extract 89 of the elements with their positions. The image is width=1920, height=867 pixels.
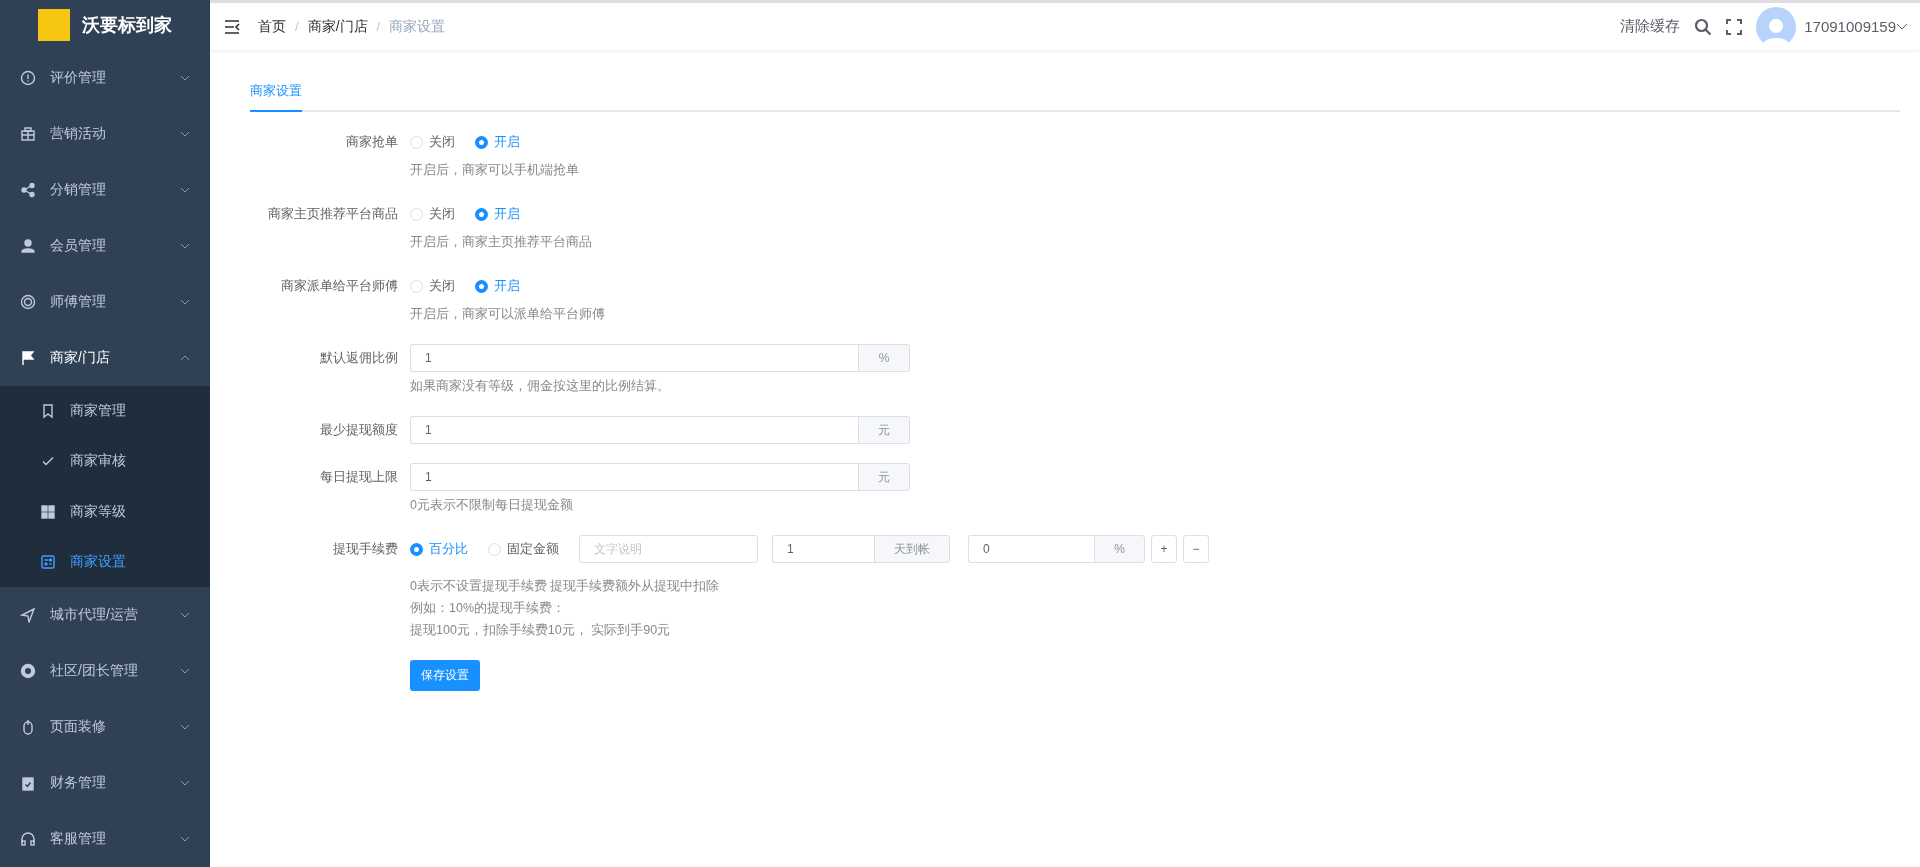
- help-text: 开启后，商家可以手机端抢单: [410, 162, 579, 179]
- chevron-icon: [180, 186, 190, 193]
- settings-panel-icon: [40, 554, 56, 571]
- mouse-icon: [20, 719, 36, 736]
- field-label: 每日提现上限: [319, 468, 399, 486]
- input-field[interactable]: 1: [410, 463, 858, 491]
- unit-addon: 元: [858, 416, 910, 444]
- field-label: 最少提现额度: [319, 421, 399, 439]
- menu-item[interactable]: 分销管理: [0, 161, 210, 218]
- breadcrumb-separator: /: [376, 19, 381, 34]
- gift-icon: [20, 125, 36, 142]
- menu-item[interactable]: 客服管理: [0, 811, 210, 867]
- radio-option[interactable]: 开启: [475, 133, 520, 151]
- field-label: 默认返佣比例: [319, 349, 399, 367]
- chevron-icon: [180, 780, 190, 787]
- unit-addon: 天到帐: [874, 535, 950, 563]
- field-label: 提现手续费: [332, 540, 399, 558]
- unit-addon: 元: [858, 463, 910, 491]
- add-button[interactable]: +: [1151, 535, 1177, 563]
- help-text: 0元表示不限制每日提现金额: [410, 497, 574, 514]
- brand-name: 沃要标到家: [82, 13, 172, 37]
- chevron-icon: [180, 298, 190, 305]
- alert-circle-icon: [20, 69, 36, 86]
- username[interactable]: 17091009159: [1804, 18, 1896, 35]
- headset-icon: [20, 831, 36, 848]
- submenu-item[interactable]: 商家管理: [0, 385, 210, 436]
- unit-addon: %: [858, 344, 910, 372]
- menu-item[interactable]: 师傅管理: [0, 273, 210, 330]
- help-text: 开启后，商家主页推荐平台商品: [410, 234, 592, 251]
- menu-item[interactable]: 商家/门店: [0, 329, 210, 386]
- menu-item[interactable]: 财务管理: [0, 755, 210, 812]
- unit-addon: %: [1094, 535, 1145, 563]
- help-text: 开启后，商家可以派单给平台师傅: [410, 306, 605, 323]
- chevron-icon: [180, 724, 190, 731]
- description-field[interactable]: 文字说明: [579, 535, 758, 563]
- search-icon[interactable]: [1694, 17, 1713, 36]
- breadcrumb-link[interactable]: 首页: [258, 17, 286, 36]
- radio-option[interactable]: 固定金额: [488, 540, 559, 558]
- logo-image: [38, 8, 70, 41]
- help-text: 提现100元，扣除手续费10元， 实际到手90元: [410, 622, 672, 639]
- input-field[interactable]: 0: [968, 535, 1094, 563]
- help-text: 如果商家没有等级，佣金按这里的比例结算。: [410, 378, 671, 395]
- clear-cache-link[interactable]: 清除缓存: [1620, 17, 1681, 36]
- submenu-item[interactable]: 商家审核: [0, 436, 210, 487]
- menu-item[interactable]: 城市代理/运营: [0, 587, 210, 644]
- bookmark-icon: [40, 402, 56, 419]
- menu-item[interactable]: 社区/团长管理: [0, 643, 210, 700]
- input-field[interactable]: 1: [410, 416, 858, 444]
- lifebuoy-icon: [20, 663, 36, 680]
- radio-option[interactable]: 开启: [475, 205, 520, 223]
- submenu-item[interactable]: 商家等级: [0, 486, 210, 537]
- tab[interactable]: 商家设置: [250, 70, 302, 112]
- chevron-icon: [180, 242, 190, 249]
- menu-item[interactable]: 会员管理: [0, 217, 210, 274]
- field-label: 商家主页推荐平台商品: [267, 205, 399, 223]
- radio-option[interactable]: 关闭: [410, 277, 455, 295]
- chevron-icon: [180, 668, 190, 675]
- remove-button[interactable]: −: [1183, 535, 1209, 563]
- clipboard-check-icon: [20, 775, 36, 792]
- radio-option[interactable]: 关闭: [410, 205, 455, 223]
- breadcrumb-link[interactable]: 商家/门店: [307, 17, 368, 36]
- radio-option[interactable]: 开启: [475, 277, 520, 295]
- menu-item[interactable]: 营销活动: [0, 105, 210, 162]
- chevron-icon: [180, 836, 190, 843]
- share-icon: [20, 181, 36, 198]
- chevron-icon[interactable]: [1896, 23, 1908, 30]
- fullscreen-icon[interactable]: [1726, 18, 1743, 35]
- chevron-icon: [180, 354, 190, 361]
- breadcrumb-separator: /: [295, 19, 299, 34]
- navigation-icon: [20, 607, 36, 624]
- field-label: 商家派单给平台师傅: [280, 277, 399, 295]
- ring-icon: [20, 293, 36, 310]
- grid-icon: [40, 503, 56, 520]
- chevron-icon: [180, 74, 190, 81]
- flag-icon: [20, 349, 36, 366]
- submenu-item[interactable]: 商家设置: [0, 536, 210, 588]
- menu-icon[interactable]: [224, 19, 240, 34]
- menu-item[interactable]: 页面装修: [0, 699, 210, 756]
- menu-item[interactable]: 评价管理: [0, 49, 210, 106]
- chevron-icon: [180, 612, 190, 619]
- user-icon: [20, 237, 36, 254]
- chevron-icon: [180, 130, 190, 137]
- help-text: 0表示不设置提现手续费 提现手续费额外从提现中扣除: [410, 578, 721, 595]
- help-text: 例如：10%的提现手续费：: [410, 600, 567, 617]
- input-field[interactable]: 1: [772, 535, 874, 563]
- radio-option[interactable]: 百分比: [410, 540, 468, 558]
- radio-option[interactable]: 关闭: [410, 133, 455, 151]
- input-field[interactable]: 1: [410, 344, 858, 372]
- field-label: 商家抢单: [345, 133, 399, 151]
